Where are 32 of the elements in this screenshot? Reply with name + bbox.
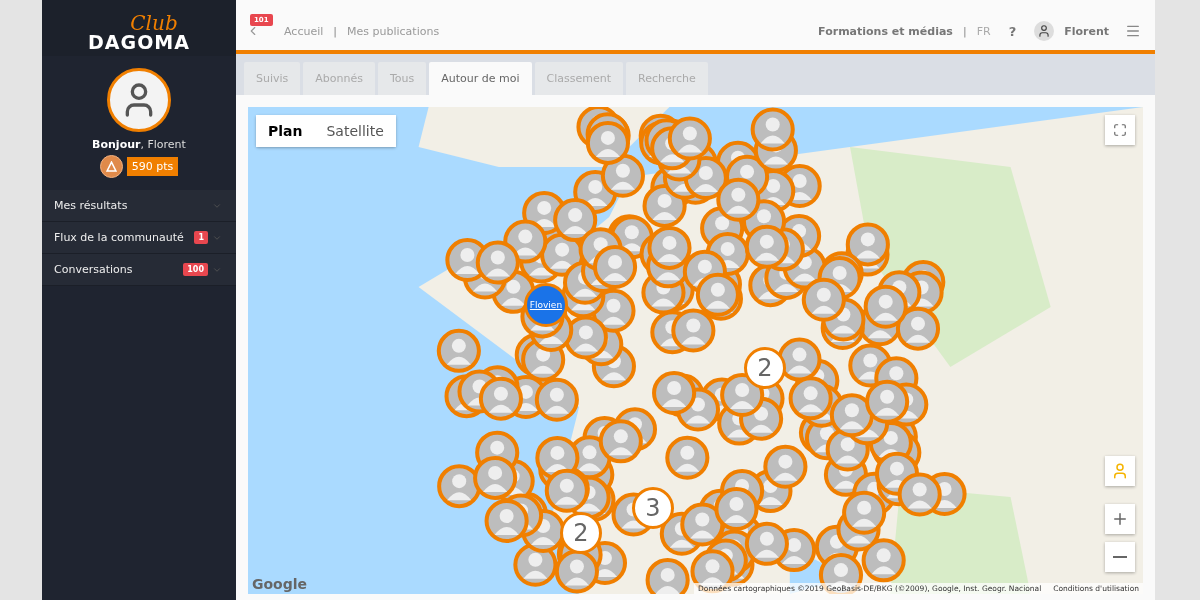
menu-icon[interactable] xyxy=(1125,23,1141,39)
breadcrumb-link[interactable]: Accueil xyxy=(284,24,324,38)
map-logo: Google xyxy=(252,576,308,592)
fullscreen-button[interactable] xyxy=(1105,115,1135,145)
fullscreen-icon xyxy=(1113,123,1127,137)
greeting: Bonjour, Florent xyxy=(92,138,186,151)
user-name[interactable]: Florent xyxy=(1064,24,1109,38)
minus-icon xyxy=(1113,556,1127,558)
points-badge: 590 pts xyxy=(126,157,179,176)
tab[interactable]: Autour de moi xyxy=(429,62,532,95)
logo-wordmark: DAGOMA xyxy=(88,32,190,52)
zoom-in-button[interactable] xyxy=(1105,504,1135,534)
help-link[interactable]: ? xyxy=(1008,23,1017,39)
language-link[interactable]: FR xyxy=(976,24,991,38)
count-badge: 100 xyxy=(183,263,208,276)
breadcrumb-link[interactable]: Mes publications xyxy=(347,24,440,38)
separator: | xyxy=(962,24,967,38)
pegman-icon[interactable] xyxy=(1105,456,1135,486)
sidebar-item[interactable]: Conversations 100 xyxy=(42,254,236,286)
sidebar-item[interactable]: Flux de la communauté 1 xyxy=(42,222,236,254)
separator: | xyxy=(333,24,337,38)
avatar xyxy=(107,68,171,132)
map-type-button[interactable]: Satellite xyxy=(314,115,396,147)
map-type-button[interactable]: Plan xyxy=(256,115,315,147)
sidebar-item[interactable]: Mes résultats xyxy=(42,190,236,222)
zoom-out-button[interactable] xyxy=(1105,542,1135,572)
medal-icon xyxy=(99,155,123,178)
count-badge: 1 xyxy=(194,231,208,244)
user-avatar[interactable] xyxy=(1034,21,1055,41)
plus-icon xyxy=(1111,510,1129,528)
nav-link[interactable]: Formations et médias xyxy=(818,24,953,38)
logo-script: Club xyxy=(130,14,178,32)
